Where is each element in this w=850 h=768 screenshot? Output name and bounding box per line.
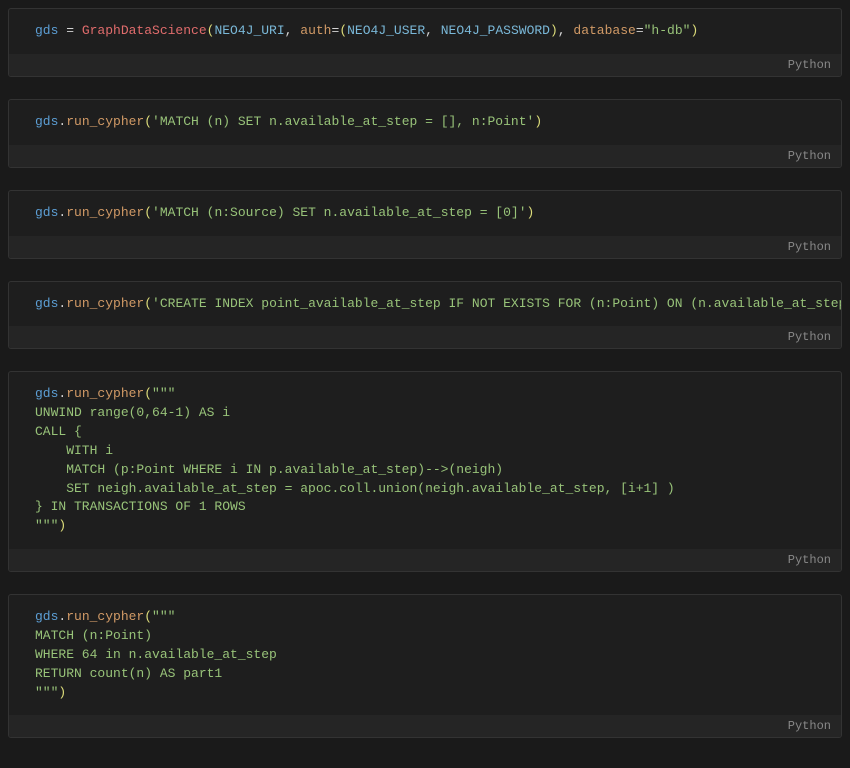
- code-content[interactable]: gds = GraphDataScience(NEO4J_URI, auth=(…: [9, 9, 841, 54]
- token: gds: [35, 609, 58, 624]
- token: (: [144, 205, 152, 220]
- token: run_cypher: [66, 114, 144, 129]
- language-label: Python: [9, 236, 841, 258]
- token: ,: [285, 23, 301, 38]
- token: gds: [35, 205, 58, 220]
- token: "h-db": [644, 23, 691, 38]
- code-content[interactable]: gds.run_cypher('MATCH (n:Source) SET n.a…: [9, 191, 841, 236]
- token: ): [527, 205, 535, 220]
- token: (: [144, 609, 152, 624]
- token: (: [144, 386, 152, 401]
- token: 'MATCH (n:Source) SET n.available_at_ste…: [152, 205, 526, 220]
- language-label: Python: [9, 326, 841, 348]
- token: gds: [35, 23, 58, 38]
- code-cell[interactable]: gds.run_cypher('MATCH (n:Source) SET n.a…: [8, 190, 842, 259]
- token: (: [144, 296, 152, 311]
- language-label: Python: [9, 549, 841, 571]
- token: ): [690, 23, 698, 38]
- token: gds: [35, 386, 58, 401]
- code-cell[interactable]: gds = GraphDataScience(NEO4J_URI, auth=(…: [8, 8, 842, 77]
- token: 'CREATE INDEX point_available_at_step IF…: [152, 296, 841, 311]
- token: run_cypher: [66, 386, 144, 401]
- code-cell[interactable]: gds.run_cypher('CREATE INDEX point_avail…: [8, 281, 842, 350]
- code-cell[interactable]: gds.run_cypher(""" MATCH (n:Point) WHERE…: [8, 594, 842, 738]
- token: run_cypher: [66, 609, 144, 624]
- token: NEO4J_USER: [347, 23, 425, 38]
- token: ): [58, 685, 66, 700]
- token: GraphDataScience: [82, 23, 207, 38]
- token: gds: [35, 296, 58, 311]
- token: (: [339, 23, 347, 38]
- token: ): [550, 23, 558, 38]
- language-label: Python: [9, 715, 841, 737]
- token: database: [573, 23, 635, 38]
- token: run_cypher: [66, 205, 144, 220]
- token: auth: [300, 23, 331, 38]
- token: =: [636, 23, 644, 38]
- code-content[interactable]: gds.run_cypher('MATCH (n) SET n.availabl…: [9, 100, 841, 145]
- code-cell[interactable]: gds.run_cypher(""" UNWIND range(0,64-1) …: [8, 371, 842, 572]
- token: ): [58, 518, 66, 533]
- token: ): [534, 114, 542, 129]
- token: NEO4J_PASSWORD: [441, 23, 550, 38]
- token: 'MATCH (n) SET n.available_at_step = [],…: [152, 114, 534, 129]
- cells-container: gds = GraphDataScience ( NEO4J_URI, auth = (…: [8, 8, 842, 738]
- token: gds: [35, 114, 58, 129]
- token: """ UNWIND range(0,64-1) AS i CALL { WIT…: [35, 386, 675, 533]
- token: ,: [558, 23, 574, 38]
- code-content[interactable]: gds.run_cypher(""" MATCH (n:Point) WHERE…: [9, 595, 841, 715]
- token: run_cypher: [66, 296, 144, 311]
- code-content[interactable]: gds.run_cypher(""" UNWIND range(0,64-1) …: [9, 372, 841, 549]
- code-cell[interactable]: gds.run_cypher('MATCH (n) SET n.availabl…: [8, 99, 842, 168]
- code-content[interactable]: gds.run_cypher('CREATE INDEX point_avail…: [9, 282, 841, 327]
- token: =: [58, 23, 81, 38]
- token: NEO4J_URI: [214, 23, 284, 38]
- language-label: Python: [9, 54, 841, 76]
- token: (: [144, 114, 152, 129]
- token: ,: [425, 23, 441, 38]
- language-label: Python: [9, 145, 841, 167]
